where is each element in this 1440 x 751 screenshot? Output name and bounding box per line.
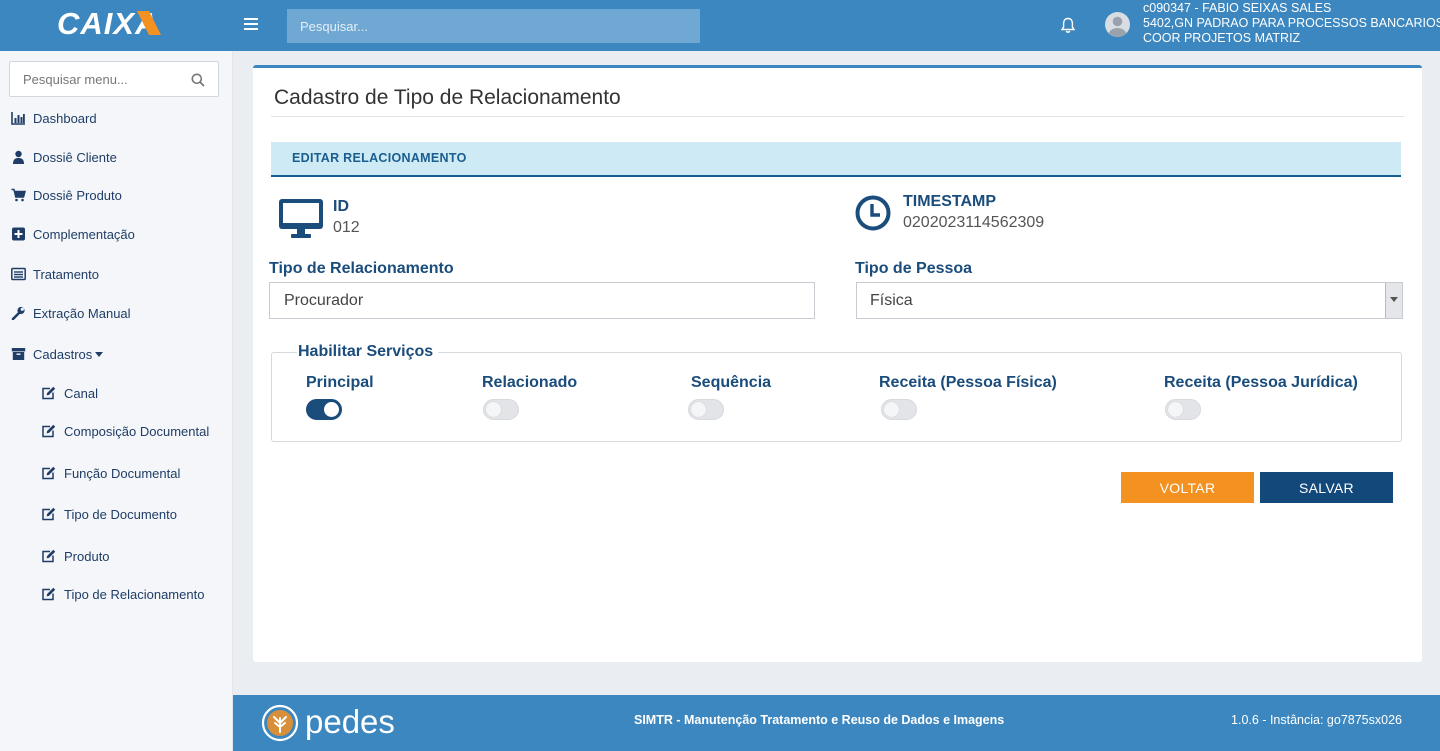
toggle-label-receita-pf: Receita (Pessoa Física): [879, 374, 1057, 391]
toggle-knob: [324, 402, 339, 417]
tipo-relacionamento-label: Tipo de Relacionamento: [269, 260, 454, 277]
toggle-knob: [691, 402, 706, 417]
sidebar-item-extracao-manual[interactable]: Extração Manual: [0, 298, 232, 328]
sidebar-item-tratamento[interactable]: Tratamento: [0, 259, 232, 289]
tipo-pessoa-label: Tipo de Pessoa: [855, 260, 973, 277]
sidebar-subitem-canal[interactable]: Canal: [0, 378, 232, 408]
sidebar: Dashboard Dossiê Cliente Dossiê Produto …: [0, 51, 233, 751]
edit-icon: [42, 549, 56, 563]
footer-logo-text: pedes: [305, 703, 395, 740]
sidebar-item-label: Função Documental: [64, 465, 181, 481]
sidebar-item-label: Dossiê Produto: [33, 187, 122, 203]
sidebar-item-label: Cadastros: [33, 346, 93, 362]
user-icon: [13, 150, 24, 164]
save-button[interactable]: SALVAR: [1260, 472, 1393, 503]
user-avatar-icon: [1108, 16, 1127, 37]
toggle-relacionado[interactable]: [483, 399, 519, 420]
toggle-sequencia[interactable]: [688, 399, 724, 420]
sidebar-subitem-tipo-de-relacionamento[interactable]: Tipo de Relacionamento: [0, 579, 232, 609]
title-divider: [271, 116, 1404, 117]
toggle-knob: [1168, 402, 1183, 417]
toggle-principal[interactable]: [306, 399, 342, 420]
list-icon: [11, 267, 26, 281]
tipo-pessoa-selected: Física: [870, 292, 913, 309]
bar-chart-icon: [11, 112, 25, 125]
page-title: Cadastro de Tipo de Relacionamento: [274, 86, 621, 109]
toggle-knob: [486, 402, 501, 417]
sidebar-subitem-produto[interactable]: Produto: [0, 541, 232, 571]
edit-icon: [42, 507, 56, 521]
id-value: 012: [333, 219, 360, 236]
id-label: ID: [333, 198, 349, 215]
plus-square-icon: [12, 227, 25, 241]
caixa-logo[interactable]: CAIXA: [57, 7, 181, 39]
edit-icon: [42, 424, 56, 438]
sidebar-subitem-composicao-documental[interactable]: Composição Documental: [0, 416, 232, 446]
monitor-icon: [279, 199, 323, 238]
caret-down-icon: [95, 352, 104, 357]
bell-icon[interactable]: [1060, 17, 1076, 34]
edit-icon: [42, 587, 56, 601]
chevron-down-icon[interactable]: [1385, 283, 1402, 318]
cart-icon: [11, 188, 26, 202]
main-card: Cadastro de Tipo de Relacionamento EDITA…: [253, 65, 1422, 662]
toggle-knob: [884, 402, 899, 417]
edit-icon: [42, 466, 56, 480]
sidebar-item-cadastros[interactable]: Cadastros: [0, 339, 232, 369]
timestamp-label: TIMESTAMP: [903, 193, 997, 210]
toggle-label-sequencia: Sequência: [691, 374, 772, 391]
toggle-label-relacionado: Relacionado: [482, 374, 578, 391]
sidebar-item-dossie-produto[interactable]: Dossiê Produto: [0, 180, 232, 210]
sidebar-item-label: Tratamento: [33, 266, 99, 282]
menu-search-input[interactable]: [10, 62, 180, 96]
timestamp-value: 0202023114562309: [903, 214, 1045, 231]
sidebar-subitem-funcao-documental[interactable]: Função Documental: [0, 458, 232, 488]
sidebar-item-dossie-cliente[interactable]: Dossiê Cliente: [0, 142, 232, 172]
sidebar-item-label: Dossiê Cliente: [33, 149, 117, 165]
toggle-label-receita-pj: Receita (Pessoa Jurídica): [1164, 374, 1358, 391]
user-avatar[interactable]: [1105, 12, 1130, 37]
footer-version: 1.0.6 - Instância: go7875sx026: [1231, 713, 1402, 727]
wrench-icon: [11, 306, 25, 320]
sidebar-item-label: Tipo de Relacionamento: [64, 586, 205, 602]
user-department: COOR PROJETOS MATRIZ: [1143, 31, 1301, 45]
archive-icon: [11, 348, 26, 360]
footer-system-name: SIMTR - Manutenção Tratamento e Reuso de…: [634, 713, 1005, 727]
sidebar-item-label: Canal: [64, 385, 98, 401]
user-unit: 5402,GN PADRAO PARA PROCESSOS BANCARIOS: [1143, 16, 1440, 30]
tipo-pessoa-select[interactable]: Física: [856, 282, 1403, 319]
sidebar-item-label: Tipo de Documento: [64, 506, 177, 522]
sidebar-subitem-tipo-de-documento[interactable]: Tipo de Documento: [0, 499, 232, 529]
sidebar-item-dashboard[interactable]: Dashboard: [0, 103, 232, 133]
sidebar-item-label: Composição Documental: [64, 423, 210, 439]
sidebar-item-label: Complementação: [33, 226, 135, 242]
global-search-input[interactable]: [287, 9, 700, 43]
sidebar-item-label: Dashboard: [33, 110, 97, 126]
servicos-legend: Habilitar Serviços: [297, 343, 439, 361]
sidebar-item-label: Extração Manual: [33, 305, 131, 321]
tipo-relacionamento-input[interactable]: [269, 282, 815, 319]
sidebar-item-complementacao[interactable]: Complementação: [0, 219, 232, 249]
toggle-label-principal: Principal: [306, 374, 374, 391]
servicos-fieldset: [271, 352, 1402, 442]
section-header: EDITAR RELACIONAMENTO: [271, 142, 1401, 177]
menu-toggle-icon[interactable]: [244, 18, 258, 32]
user-id-name: c090347 - FABIO SEIXAS SALES: [1143, 1, 1332, 15]
search-icon[interactable]: [191, 73, 205, 87]
sidebar-item-label: Produto: [64, 548, 110, 564]
menu-search-box: [9, 61, 219, 97]
toggle-receita-pf[interactable]: [881, 399, 917, 420]
pedes-logo: pedes: [261, 703, 395, 742]
top-navbar: CAIXA c090347 - FABIO SEIXAS SALES 5402,…: [0, 0, 1440, 51]
footer: pedes SIMTR - Manutenção Tratamento e Re…: [233, 695, 1440, 751]
user-info[interactable]: c090347 - FABIO SEIXAS SALES 5402,GN PAD…: [1143, 1, 1440, 46]
back-button[interactable]: VOLTAR: [1121, 472, 1254, 503]
toggle-receita-pj[interactable]: [1165, 399, 1201, 420]
edit-icon: [42, 386, 56, 400]
clock-icon: [855, 195, 891, 231]
